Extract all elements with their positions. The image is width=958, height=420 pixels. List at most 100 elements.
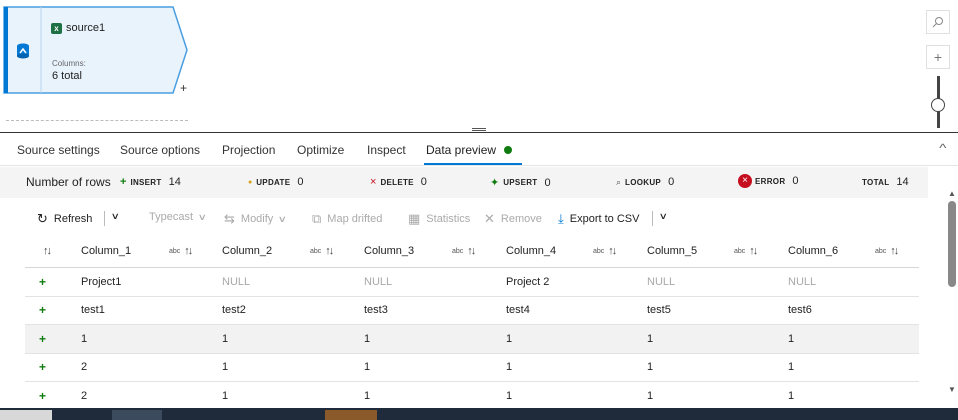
table-cell[interactable]: NULL	[222, 268, 250, 296]
table-cell[interactable]: 1	[788, 354, 794, 382]
error-stat: × ERROR 0	[738, 174, 799, 188]
column-header-6[interactable]: Column_6	[788, 235, 838, 267]
chevron-down-icon: ∨	[277, 213, 288, 224]
tab-projection[interactable]: Projection	[222, 143, 275, 157]
zoom-slider-thumb[interactable]	[931, 98, 945, 112]
tab-inspect[interactable]: Inspect	[367, 143, 406, 157]
tab-data-preview-label: Data preview	[426, 143, 497, 157]
scrollbar-thumb[interactable]	[948, 201, 956, 287]
columns-count: 6 total	[52, 70, 82, 82]
table-cell[interactable]: 1	[364, 382, 370, 410]
refresh-options-dropdown[interactable]: ∨	[111, 211, 120, 222]
table-cell[interactable]: Project1	[81, 268, 121, 296]
add-transformation-button[interactable]: +	[180, 81, 187, 95]
zoom-in-button[interactable]: +	[926, 45, 950, 69]
tab-source-options[interactable]: Source options	[120, 143, 200, 157]
source-node-shape	[3, 6, 188, 94]
taskbar	[0, 408, 958, 420]
table-row[interactable]: + test1 test2 test3 test4 test5 test6	[25, 297, 919, 325]
row-sort-icon[interactable]: ↑↓	[43, 235, 52, 267]
modify-icon: ⇆	[224, 211, 235, 226]
table-cell[interactable]: 1	[364, 354, 370, 382]
table-cell[interactable]: Project 2	[506, 268, 549, 296]
string-type-icon: abc	[593, 247, 605, 255]
table-cell[interactable]: NULL	[647, 268, 675, 296]
column-sort-2[interactable]: abc ↑↓	[310, 235, 334, 267]
rows-label: Number of rows	[26, 175, 111, 189]
modify-button[interactable]: ⇆ Modify ∨	[224, 211, 288, 227]
status-dot-icon	[504, 146, 513, 154]
table-cell[interactable]: 1	[222, 325, 228, 353]
table-cell[interactable]: 1	[647, 325, 653, 353]
table-cell[interactable]: test2	[222, 297, 246, 325]
delete-icon: ×	[370, 176, 377, 188]
table-cell[interactable]: 1	[364, 325, 370, 353]
table-cell[interactable]: 2	[81, 382, 87, 410]
columns-label: Columns:	[52, 59, 86, 68]
sort-icon: ↑↓	[467, 245, 476, 257]
column-sort-4[interactable]: abc ↑↓	[593, 235, 617, 267]
table-cell[interactable]: 1	[506, 382, 512, 410]
refresh-button[interactable]: ↻ Refresh	[37, 211, 92, 227]
table-cell[interactable]: 1	[506, 325, 512, 353]
data-flow-canvas[interactable]: x source1 Columns: 6 total + +	[0, 0, 958, 132]
column-sort-6[interactable]: abc ↑↓	[875, 235, 899, 267]
table-cell[interactable]: test5	[647, 297, 671, 325]
table-row[interactable]: +2 1 1 1 1 1	[25, 382, 919, 411]
table-cell[interactable]: 1	[222, 382, 228, 410]
export-csv-button[interactable]: ⤓ Export to CSV	[558, 211, 639, 227]
source-database-icon	[15, 42, 31, 60]
table-cell[interactable]: 1	[222, 354, 228, 382]
table-cell[interactable]: test1	[81, 297, 105, 325]
table-cell[interactable]: NULL	[788, 268, 816, 296]
table-cell[interactable]: 1	[788, 325, 794, 353]
scroll-up-icon[interactable]: ▲	[948, 189, 956, 198]
tab-optimize[interactable]: Optimize	[297, 143, 344, 157]
table-row[interactable]: +2 1 1 1 1 1	[25, 354, 919, 382]
table-cell[interactable]: 1	[81, 325, 87, 353]
table-cell[interactable]: 2	[81, 354, 87, 382]
table-cell[interactable]: 1	[647, 382, 653, 410]
statistics-button[interactable]: ▦ Statistics	[408, 211, 470, 227]
column-header-5[interactable]: Column_5	[647, 235, 697, 267]
table-row[interactable]: +1 1 1 1 1 1	[25, 325, 919, 354]
column-sort-3[interactable]: abc ↑↓	[452, 235, 476, 267]
table-cell[interactable]: 1	[506, 354, 512, 382]
taskbar-start[interactable]	[0, 410, 52, 420]
vertical-scrollbar[interactable]: ▲ ▼	[946, 189, 958, 401]
column-sort-5[interactable]: abc ↑↓	[734, 235, 758, 267]
sort-icon: ↑↓	[184, 245, 193, 257]
column-header-3[interactable]: Column_3	[364, 235, 414, 267]
tab-data-preview[interactable]: Data preview	[426, 143, 513, 157]
insert-icon: +	[120, 176, 127, 188]
scroll-down-icon[interactable]: ▼	[948, 385, 956, 394]
table-cell[interactable]: 1	[647, 354, 653, 382]
table-cell[interactable]: test6	[788, 297, 812, 325]
total-stat: TOTAL 14	[862, 176, 909, 188]
table-cell[interactable]: 1	[788, 382, 794, 410]
chevron-up-icon[interactable]: ^	[939, 141, 946, 155]
row-statistics-bar: Number of rows + INSERT 14 ● UPDATE 0 × DE…	[0, 167, 928, 198]
typecast-button[interactable]: Typecast ∨	[149, 211, 207, 223]
tab-source-settings[interactable]: Source settings	[17, 143, 100, 157]
table-cell[interactable]: NULL	[364, 268, 392, 296]
sort-icon: ↑↓	[890, 245, 899, 257]
source-node-name: source1	[66, 22, 106, 34]
column-header-1[interactable]: Column_1	[81, 235, 131, 267]
map-drifted-button[interactable]: ⧉ Map drifted	[312, 211, 382, 227]
taskbar-app[interactable]	[112, 410, 162, 420]
column-sort-1[interactable]: abc ↑↓	[169, 235, 193, 267]
table-cell[interactable]: test4	[506, 297, 530, 325]
source-node[interactable]: x source1 Columns: 6 total +	[3, 6, 188, 95]
canvas-search-button[interactable]	[926, 10, 950, 34]
remove-button[interactable]: ✕ Remove	[484, 211, 542, 227]
zoom-slider[interactable]	[931, 76, 945, 128]
column-header-4[interactable]: Column_4	[506, 235, 556, 267]
table-row[interactable]: + Project1 NULL NULL Project 2 NULL NULL	[25, 268, 919, 297]
taskbar-app[interactable]	[325, 410, 377, 420]
table-cell[interactable]: test3	[364, 297, 388, 325]
lookup-icon: ⌕	[616, 176, 622, 187]
panel-resize-handle[interactable]	[472, 128, 486, 131]
column-header-2[interactable]: Column_2	[222, 235, 272, 267]
more-options-dropdown[interactable]: ∨	[659, 211, 668, 222]
